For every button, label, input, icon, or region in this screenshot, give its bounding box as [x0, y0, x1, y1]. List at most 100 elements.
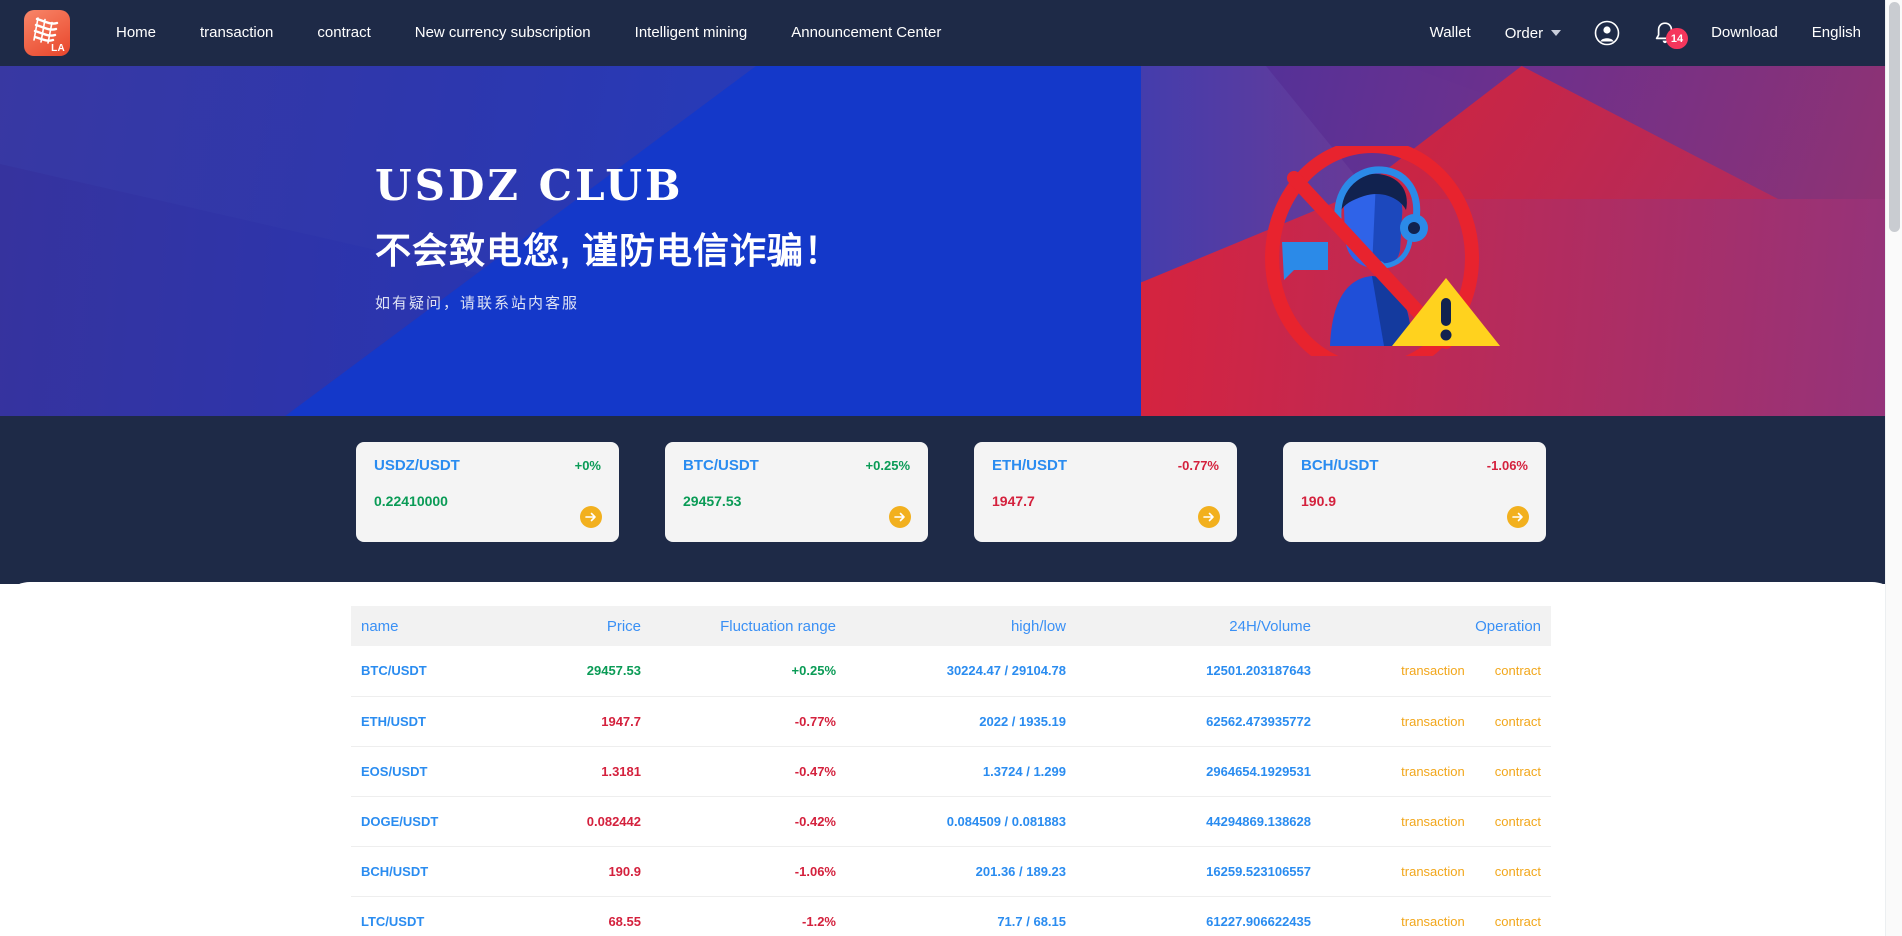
cell-fluctuation: -1.06%: [651, 846, 846, 897]
cell-operation: transaction contract: [1321, 696, 1551, 747]
ticker-card[interactable]: USDZ/USDT +0% 0.22410000: [356, 442, 619, 542]
transaction-link[interactable]: transaction: [1401, 663, 1465, 678]
ticker-go-button[interactable]: [889, 506, 911, 528]
ticker-pair: BCH/USDT: [1301, 457, 1379, 474]
ticker-price: 29457.53: [683, 493, 742, 509]
ticker-go-button[interactable]: [1198, 506, 1220, 528]
cell-volume: 61227.906622435: [1076, 896, 1321, 936]
banner-title: USDZ CLUB: [375, 161, 684, 210]
cell-pair-name: DOGE/USDT: [351, 796, 501, 847]
nav-item-home[interactable]: Home: [94, 0, 178, 66]
contract-link[interactable]: contract: [1495, 764, 1541, 779]
nav-item-new-currency-subscription[interactable]: New currency subscription: [393, 0, 613, 66]
cell-operation: transaction contract: [1321, 796, 1551, 847]
ticker-change: +0.25%: [865, 458, 910, 473]
cell-high-low: 201.36 / 189.23: [846, 846, 1076, 897]
contract-link[interactable]: contract: [1495, 663, 1541, 678]
transaction-link[interactable]: transaction: [1401, 914, 1465, 929]
market-panel: name Price Fluctuation range high/low 24…: [0, 582, 1902, 936]
site-logo[interactable]: LA: [24, 10, 70, 56]
col-header-volume[interactable]: 24H/Volume: [1076, 606, 1321, 646]
logo-text: LA: [51, 43, 65, 54]
cell-operation: transaction contract: [1321, 646, 1551, 697]
col-header-price[interactable]: Price: [501, 606, 651, 646]
table-row[interactable]: EOS/USDT 1.3181 -0.47% 1.3724 / 1.299 296465…: [351, 746, 1551, 797]
account-button[interactable]: [1578, 20, 1636, 46]
ticker-card[interactable]: ETH/USDT -0.77% 1947.7: [974, 442, 1237, 542]
contract-link[interactable]: contract: [1495, 814, 1541, 829]
order-label: Order: [1504, 24, 1544, 42]
table-row[interactable]: LTC/USDT 68.55 -1.2% 71.7 / 68.15 61227.9066…: [351, 896, 1551, 936]
arrow-right-icon: [585, 512, 596, 522]
ticker-go-button[interactable]: [580, 506, 602, 528]
scrollbar-thumb[interactable]: [1889, 2, 1900, 232]
cell-high-low: 0.084509 / 0.081883: [846, 796, 1076, 847]
ticker-price: 190.9: [1301, 493, 1337, 509]
ticker-go-button[interactable]: [1507, 506, 1529, 528]
banner-note: 如有疑问，请联系站内客服: [375, 295, 580, 312]
user-avatar-icon: [1594, 20, 1620, 46]
nav-item-order[interactable]: Order: [1488, 25, 1578, 42]
table-row[interactable]: BCH/USDT 190.9 -1.06% 201.36 / 189.23 16259.…: [351, 846, 1551, 897]
transaction-link[interactable]: transaction: [1401, 814, 1465, 829]
contract-link[interactable]: contract: [1495, 914, 1541, 929]
ticker-card-header: ETH/USDT -0.77%: [992, 457, 1219, 474]
cell-volume: 44294869.138628: [1076, 796, 1321, 847]
page-scrollbar[interactable]: [1885, 0, 1902, 936]
table-header-row: name Price Fluctuation range high/low 24…: [351, 606, 1551, 646]
ticker-card[interactable]: BCH/USDT -1.06% 190.9: [1283, 442, 1546, 542]
cell-pair-name: LTC/USDT: [351, 896, 501, 936]
cell-high-low: 30224.47 / 29104.78: [846, 646, 1076, 697]
nav-item-contract[interactable]: contract: [295, 0, 392, 66]
cell-volume: 16259.523106557: [1076, 846, 1321, 897]
cell-price: 1947.7: [501, 696, 651, 747]
arrow-right-icon: [894, 512, 905, 522]
banner-text-block: USDZ CLUB 不会致电您, 谨防电信诈骗！ 如有疑问，请联系站内客服: [375, 161, 841, 313]
cell-fluctuation: -0.47%: [651, 746, 846, 797]
contract-link[interactable]: contract: [1495, 714, 1541, 729]
nav-item-transaction[interactable]: transaction: [178, 0, 295, 66]
cell-price: 190.9: [501, 846, 651, 897]
transaction-link[interactable]: transaction: [1401, 714, 1465, 729]
ticker-card[interactable]: BTC/USDT +0.25% 29457.53: [665, 442, 928, 542]
market-table-body: BTC/USDT 29457.53 +0.25% 30224.47 / 29104.7…: [351, 646, 1551, 936]
col-header-fluctuation[interactable]: Fluctuation range: [651, 606, 846, 646]
banner-illustration: [1232, 139, 1502, 377]
cell-price: 0.082442: [501, 796, 651, 847]
ticker-card-header: BCH/USDT -1.06%: [1301, 457, 1528, 474]
cell-pair-name: BTC/USDT: [351, 646, 501, 697]
cell-operation: transaction contract: [1321, 846, 1551, 897]
cell-fluctuation: +0.25%: [651, 646, 846, 697]
contract-link[interactable]: contract: [1495, 864, 1541, 879]
col-header-name[interactable]: name: [351, 606, 501, 646]
ticker-price: 1947.7: [992, 493, 1035, 509]
cell-high-low: 2022 / 1935.19: [846, 696, 1076, 747]
nav-item-download[interactable]: Download: [1694, 0, 1795, 66]
nav-right-group: Wallet Order 14 Download English: [1413, 0, 1878, 66]
market-table: name Price Fluctuation range high/low 24…: [351, 606, 1551, 936]
banner-subtitle: 不会致电您, 谨防电信诈骗！: [375, 230, 842, 271]
nav-item-announcement-center[interactable]: Announcement Center: [769, 0, 963, 66]
ticker-change: +0%: [574, 458, 601, 473]
cell-volume: 2964654.1929531: [1076, 746, 1321, 797]
col-header-operation: Operation: [1321, 606, 1551, 646]
table-row[interactable]: BTC/USDT 29457.53 +0.25% 30224.47 / 29104.7…: [351, 646, 1551, 697]
ticker-pair: ETH/USDT: [992, 457, 1067, 474]
nav-item-wallet[interactable]: Wallet: [1413, 0, 1488, 66]
table-row[interactable]: DOGE/USDT 0.082442 -0.42% 0.084509 / 0.0818…: [351, 796, 1551, 847]
ticker-pair: USDZ/USDT: [374, 457, 460, 474]
cell-operation: transaction contract: [1321, 746, 1551, 797]
nav-item-intelligent-mining[interactable]: Intelligent mining: [613, 0, 770, 66]
notifications-button[interactable]: 14: [1636, 20, 1694, 49]
nav-item-language[interactable]: English: [1795, 0, 1878, 66]
cell-high-low: 71.7 / 68.15: [846, 896, 1076, 936]
cell-pair-name: BCH/USDT: [351, 846, 501, 897]
table-row[interactable]: ETH/USDT 1947.7 -0.77% 2022 / 1935.19 62562.…: [351, 696, 1551, 747]
ticker-cards-strip: USDZ/USDT +0% 0.22410000 BTC/USDT +0.25%…: [0, 416, 1902, 584]
ticker-price: 0.22410000: [374, 493, 448, 509]
col-header-highlow[interactable]: high/low: [846, 606, 1076, 646]
cell-pair-name: ETH/USDT: [351, 696, 501, 747]
cell-price: 1.3181: [501, 746, 651, 797]
transaction-link[interactable]: transaction: [1401, 764, 1465, 779]
transaction-link[interactable]: transaction: [1401, 864, 1465, 879]
